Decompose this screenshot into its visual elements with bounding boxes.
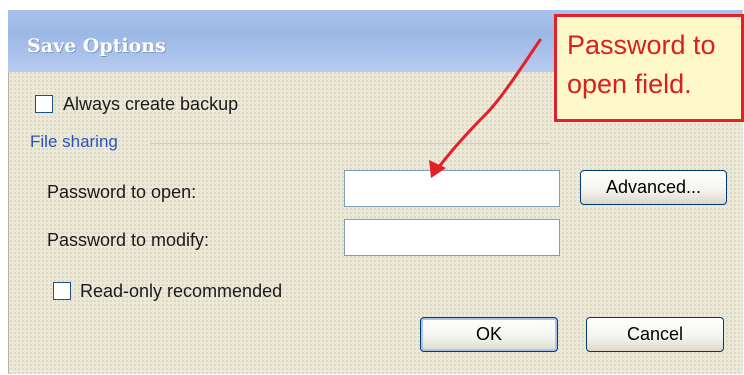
annotation-arrow: [429, 38, 542, 178]
